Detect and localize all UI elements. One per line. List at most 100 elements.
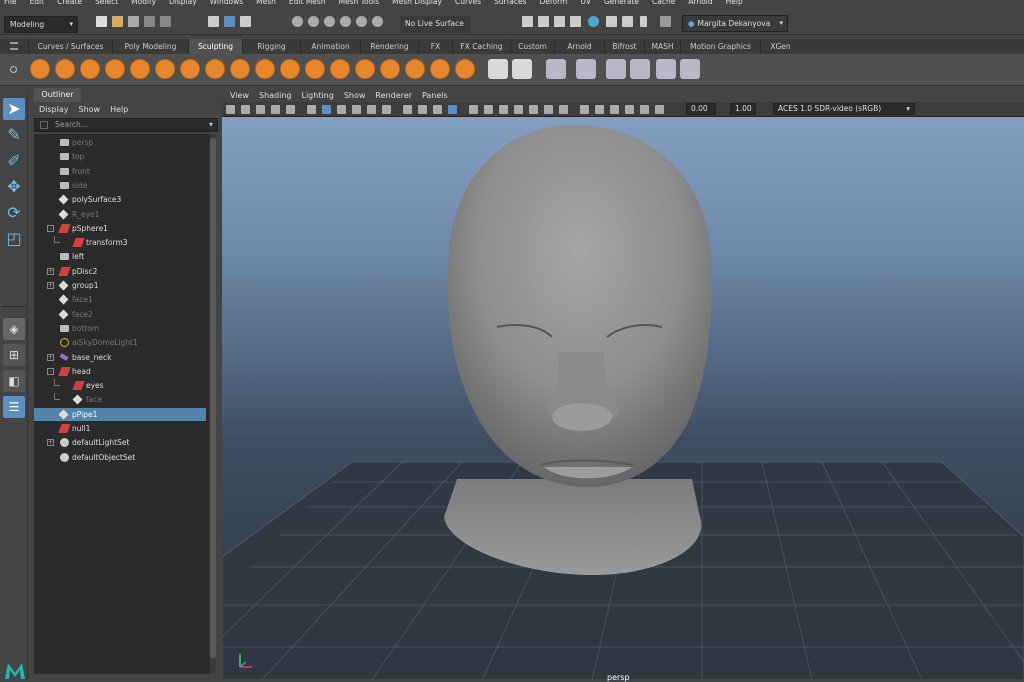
outliner-item[interactable]: R_eye1 <box>34 208 206 221</box>
render-view-icon[interactable] <box>570 16 581 27</box>
outliner-item[interactable]: + group1 <box>34 279 206 292</box>
shelf-tab-poly-modeling[interactable]: Poly Modeling <box>112 39 188 54</box>
select-component-icon[interactable] <box>240 16 251 27</box>
transfer-attributes-icon[interactable] <box>488 59 508 79</box>
menu-create[interactable]: Create <box>57 0 82 6</box>
shape-editor-icon[interactable] <box>606 59 626 79</box>
image-plane-icon[interactable] <box>271 105 280 114</box>
move-tool-icon[interactable]: ✥ <box>3 176 25 198</box>
isolate-select-icon[interactable] <box>595 105 604 114</box>
outliner-item[interactable]: persp <box>34 136 206 149</box>
outliner-item[interactable]: eyes <box>34 379 206 392</box>
grease-pencil-icon[interactable] <box>307 105 316 114</box>
snap-surface-icon[interactable] <box>356 16 367 27</box>
menu-windows[interactable]: Windows <box>210 0 243 6</box>
select-hierarchy-icon[interactable] <box>208 16 219 27</box>
search-input[interactable]: Search... <box>55 120 88 129</box>
safe-title-icon[interactable] <box>418 105 427 114</box>
menu-modify[interactable]: Modify <box>131 0 156 6</box>
outliner-item[interactable]: bottom <box>34 322 206 335</box>
menu-file[interactable]: File <box>4 0 17 6</box>
viewport-menu-show[interactable]: Show <box>344 91 366 100</box>
field-chart-icon[interactable] <box>382 105 391 114</box>
relax-tool-icon[interactable] <box>80 59 100 79</box>
snap-grid-icon[interactable] <box>292 16 303 27</box>
shadows-icon[interactable] <box>514 105 523 114</box>
snap-point-icon[interactable] <box>324 16 335 27</box>
sculpt-tool-icon[interactable] <box>30 59 50 79</box>
smooth-tool-icon[interactable] <box>55 59 75 79</box>
render-frame-icon[interactable] <box>538 16 549 27</box>
four-view-layout-icon[interactable]: ⊞ <box>3 344 25 366</box>
expand-icon[interactable]: + <box>47 353 54 361</box>
select-object-icon[interactable] <box>224 16 235 27</box>
outliner-menu-display[interactable]: Display <box>39 105 69 114</box>
lasso-tool-icon[interactable]: ✎ <box>3 124 25 146</box>
shelf-settings-icon[interactable] <box>10 66 17 73</box>
menu-edit-mesh[interactable]: Edit Mesh <box>289 0 326 6</box>
collapse-icon[interactable]: - <box>47 224 54 232</box>
color-space-dropdown[interactable]: ACES 1.0 SDR-video (sRGB) ▾ <box>773 103 915 115</box>
menu-select[interactable]: Select <box>95 0 118 6</box>
shelf-tab-custom[interactable]: Custom <box>510 39 554 54</box>
viewport-menu-shading[interactable]: Shading <box>259 91 292 100</box>
stamp-icon[interactable] <box>680 59 700 79</box>
menu-edit[interactable]: Edit <box>30 0 45 6</box>
outliner-item[interactable]: face1 <box>34 293 206 306</box>
expand-icon[interactable]: + <box>47 267 54 275</box>
knife-tool-icon[interactable] <box>355 59 375 79</box>
playback-icon[interactable] <box>660 16 671 27</box>
outliner-item[interactable]: polySurface3 <box>34 193 206 206</box>
shelf-tab-rigging[interactable]: Rigging <box>242 39 300 54</box>
rotate-tool-icon[interactable]: ⟳ <box>3 202 25 224</box>
outliner-item[interactable]: front <box>34 165 206 178</box>
exposure-field[interactable]: 0.00 <box>686 103 716 115</box>
shelf-tab-motion-graphics[interactable]: Motion Graphics <box>680 39 760 54</box>
snap-curve-icon[interactable] <box>308 16 319 27</box>
imprint-tool-icon[interactable] <box>255 59 275 79</box>
viewport-menu-view[interactable]: View <box>230 91 249 100</box>
menu-mesh-display[interactable]: Mesh Display <box>392 0 442 6</box>
arnold-render-icon[interactable] <box>588 16 599 27</box>
shelf-tab-bifrost[interactable]: Bifrost <box>604 39 644 54</box>
exposure-reset-icon[interactable] <box>655 105 664 114</box>
spray-tool-icon[interactable] <box>205 59 225 79</box>
menu-display[interactable]: Display <box>169 0 197 6</box>
mode-dropdown[interactable]: Modeling ▾ <box>4 16 78 33</box>
shelf-tab-fx-caching[interactable]: FX Caching <box>452 39 510 54</box>
paint-select-tool-icon[interactable]: ✐ <box>3 150 25 172</box>
outliner-item[interactable]: + pDisc2 <box>34 265 206 278</box>
gamma-field[interactable]: 1.00 <box>730 103 756 115</box>
menu-surfaces[interactable]: Surfaces <box>494 0 526 6</box>
smear-tool-icon[interactable] <box>380 59 400 79</box>
menu-arnold[interactable]: Arnold <box>688 0 712 6</box>
shelf-tab-arnold[interactable]: Arnold <box>554 39 604 54</box>
smooth-shade-icon[interactable] <box>448 105 457 114</box>
outliner-item[interactable]: null1 <box>34 422 206 435</box>
open-scene-icon[interactable] <box>112 16 123 27</box>
menu-mesh[interactable]: Mesh <box>256 0 276 6</box>
film-gate-icon[interactable] <box>337 105 346 114</box>
viewport-menu-lighting[interactable]: Lighting <box>301 91 333 100</box>
outliner-item[interactable]: defaultObjectSet <box>34 451 206 464</box>
wax-tool-icon[interactable] <box>280 59 300 79</box>
user-account-dropdown[interactable]: ● Margita Dekanyova ▾ <box>682 15 788 32</box>
shelf-tab-rendering[interactable]: Rendering <box>360 39 418 54</box>
render-settings-icon[interactable] <box>522 16 533 27</box>
outliner-item[interactable]: face2 <box>34 308 206 321</box>
search-options-icon[interactable] <box>40 121 48 129</box>
live-surface-field[interactable]: No Live Surface <box>400 16 470 33</box>
fill-tool-icon[interactable] <box>330 59 350 79</box>
outliner-item[interactable]: - head <box>34 365 206 378</box>
outliner-search-field[interactable]: Search... ▾ <box>34 118 218 132</box>
texture-deformer-icon[interactable] <box>656 59 676 79</box>
viewport-menu-renderer[interactable]: Renderer <box>375 91 412 100</box>
viewport-menu-panels[interactable]: Panels <box>422 91 448 100</box>
wireframe-on-shaded-icon[interactable] <box>469 105 478 114</box>
outliner-item[interactable]: top <box>34 150 206 163</box>
xray-components-icon[interactable] <box>640 105 649 114</box>
render-view-window-icon[interactable] <box>622 16 633 27</box>
resolution-gate-icon[interactable] <box>352 105 361 114</box>
xray-icon[interactable] <box>610 105 619 114</box>
textured-icon[interactable] <box>484 105 493 114</box>
